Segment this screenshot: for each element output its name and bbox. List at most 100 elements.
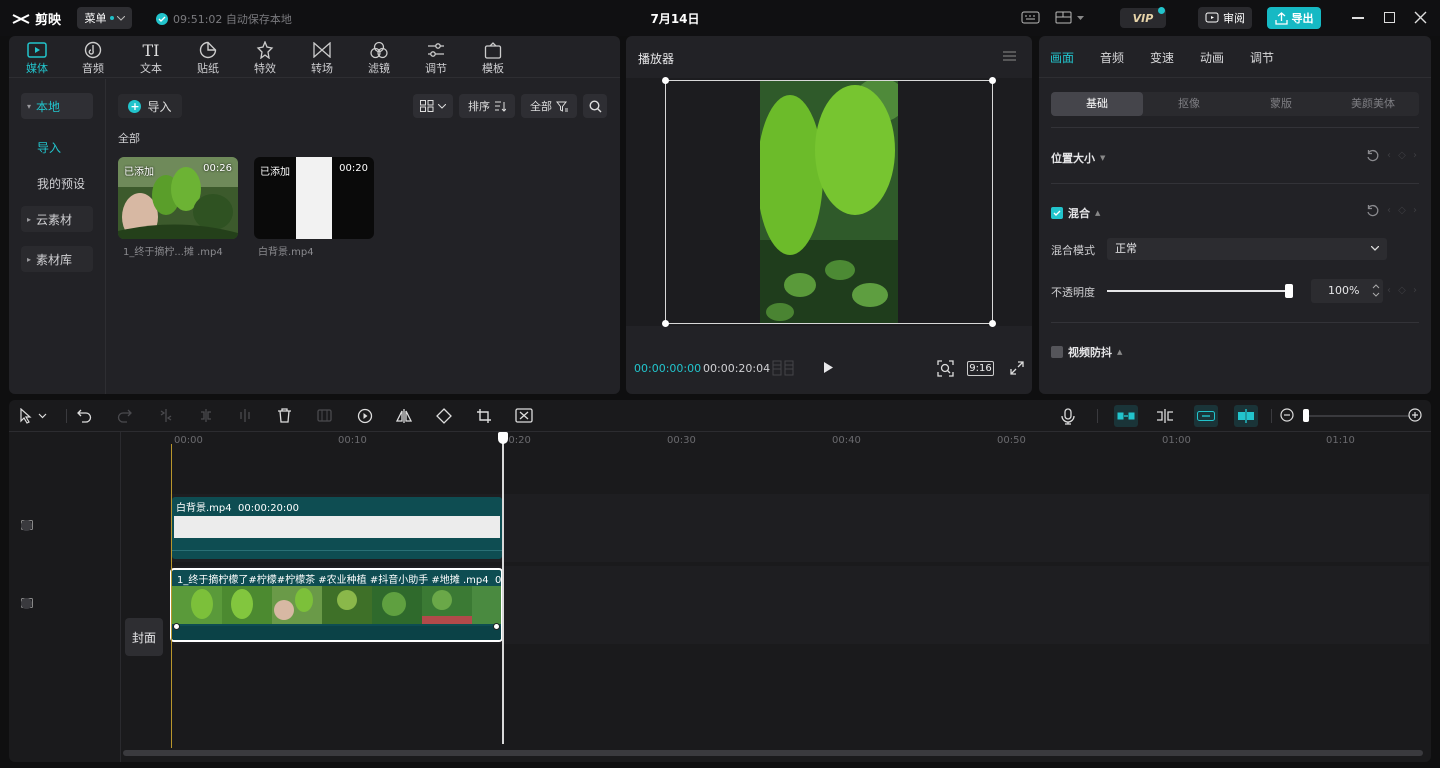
menu-button[interactable]: 菜单 — [77, 7, 132, 29]
split-icon[interactable] — [159, 408, 173, 423]
blend-mode-select[interactable]: 正常 — [1107, 238, 1387, 260]
seg-beauty[interactable]: 美颜美体 — [1327, 92, 1419, 116]
sort-button[interactable]: 排序 — [459, 94, 515, 118]
opacity-input[interactable]: 100% — [1311, 279, 1383, 303]
speaker-icon[interactable] — [21, 597, 32, 609]
crop-icon[interactable] — [476, 408, 492, 424]
fade-handle[interactable] — [173, 623, 180, 630]
layout-icon[interactable] — [1055, 11, 1084, 24]
rotate-icon[interactable] — [436, 408, 452, 424]
opacity-slider-track[interactable] — [1107, 290, 1289, 292]
sidebar-item-library[interactable]: ▸ 素材库 — [21, 246, 93, 272]
seg-mask[interactable]: 蒙版 — [1235, 92, 1327, 116]
maximize-icon[interactable] — [1384, 12, 1395, 23]
zoom-fit-icon[interactable] — [937, 360, 954, 377]
view-mode-button[interactable] — [413, 94, 453, 118]
tab-sticker[interactable]: 贴纸 — [186, 40, 230, 76]
export-button[interactable]: 导出 — [1267, 7, 1321, 29]
cover-button[interactable]: 封面 — [125, 618, 163, 656]
filter-button[interactable]: 全部 — [521, 94, 577, 118]
player-menu-icon[interactable] — [1003, 51, 1016, 61]
redo-icon[interactable] — [117, 408, 132, 423]
main-video-clip[interactable]: 1_终于摘柠檬了#柠檬#柠檬茶 #农业种植 #抖音小助手 #地摊 .mp4 00… — [170, 568, 503, 642]
seg-basic[interactable]: 基础 — [1051, 92, 1143, 116]
preview-stage[interactable] — [626, 77, 1032, 327]
reset-icon[interactable] — [1366, 204, 1379, 217]
frames-icon[interactable] — [772, 360, 794, 376]
mirror-icon[interactable] — [396, 408, 412, 424]
main-track-magnet-toggle[interactable] — [1114, 405, 1138, 427]
media-clip-lemon[interactable]: 已添加 00:26 — [118, 157, 238, 239]
autosave-text: 09:51:02 自动保存本地 — [173, 13, 292, 26]
preview-axis-toggle[interactable] — [1234, 405, 1258, 427]
sidebar-item-presets[interactable]: 我的预设 — [37, 175, 85, 192]
minimize-icon[interactable] — [1352, 17, 1364, 19]
opacity-slider-thumb[interactable] — [1285, 284, 1293, 298]
bg-video-clip[interactable]: 白背景.mp4 00:00:20:00 — [172, 497, 502, 559]
blend-checkbox[interactable] — [1051, 207, 1063, 219]
tab-media[interactable]: 媒体 — [15, 40, 59, 76]
blend-header[interactable]: 混合 ▲ — [1051, 205, 1100, 221]
timeline-scrollbar[interactable] — [123, 750, 1423, 756]
stepper-icon — [1372, 284, 1380, 297]
microphone-icon[interactable] — [1061, 408, 1075, 425]
tab-speed[interactable]: 变速 — [1150, 49, 1174, 66]
playhead-line[interactable] — [502, 434, 504, 744]
ruler-tick: 00:10 — [338, 435, 367, 446]
tab-adjust[interactable]: 调节 — [414, 40, 458, 76]
tab-animation[interactable]: 动画 — [1200, 49, 1224, 66]
tab-adjust-props[interactable]: 调节 — [1250, 49, 1274, 66]
position-size-header[interactable]: 位置大小 ▼ — [1051, 150, 1105, 166]
delete-icon[interactable] — [277, 408, 292, 423]
play-icon[interactable] — [823, 361, 834, 374]
corner-handle[interactable] — [662, 77, 669, 84]
close-icon[interactable] — [1414, 11, 1427, 24]
keyboard-icon[interactable] — [1021, 11, 1040, 24]
zoom-slider-thumb[interactable] — [1303, 409, 1309, 422]
split-right-icon[interactable] — [238, 408, 252, 423]
sidebar-item-cloud[interactable]: ▸ 云素材 — [21, 206, 93, 232]
menu-dot-icon — [109, 16, 114, 20]
tab-audio-props[interactable]: 音频 — [1100, 49, 1124, 66]
cursor-select-icon[interactable] — [19, 408, 47, 424]
reverse-play-icon[interactable] — [357, 408, 373, 424]
crop-frame[interactable] — [662, 77, 996, 327]
speaker-icon[interactable] — [21, 519, 32, 531]
auto-snap-icon[interactable] — [1156, 408, 1174, 424]
ruler-tick: 00:30 — [667, 435, 696, 446]
undo-icon[interactable] — [77, 408, 92, 423]
sidebar-item-local[interactable]: ▾ 本地 — [21, 93, 93, 119]
reset-icon[interactable] — [1366, 149, 1379, 162]
time-ruler[interactable]: 00:00 00:10 00:20 00:30 00:40 00:50 01:0… — [172, 432, 1431, 454]
corner-handle[interactable] — [989, 320, 996, 327]
linkage-toggle[interactable] — [1194, 405, 1218, 427]
sidebar-item-import[interactable]: 导入 — [37, 139, 61, 156]
media-clip-white-bg[interactable]: 已添加 00:20 — [254, 157, 374, 239]
playhead-handle[interactable] — [498, 432, 508, 444]
split-left-icon[interactable] — [199, 408, 213, 423]
fullscreen-icon[interactable] — [1010, 361, 1024, 375]
smart-cut-icon[interactable] — [515, 408, 533, 424]
tab-filter[interactable]: 滤镜 — [357, 40, 401, 76]
review-button[interactable]: 审阅 — [1198, 7, 1252, 29]
zoom-slider-track[interactable] — [1305, 415, 1409, 417]
properties-panel: 画面 音频 变速 动画 调节 基础 抠像 蒙版 美颜美体 位置大小 ▼ ‹ ◇ ›… — [1039, 36, 1431, 394]
freeze-icon[interactable] — [317, 408, 332, 423]
stabilize-checkbox[interactable] — [1051, 346, 1063, 358]
seg-cutout[interactable]: 抠像 — [1143, 92, 1235, 116]
zoom-in-icon[interactable] — [1408, 408, 1422, 422]
tab-picture[interactable]: 画面 — [1050, 49, 1074, 66]
import-button[interactable]: + 导入 — [118, 94, 182, 118]
aspect-ratio-button[interactable]: 9:16 — [967, 361, 994, 376]
corner-handle[interactable] — [662, 320, 669, 327]
tab-effects[interactable]: 特效 — [243, 40, 287, 76]
zoom-out-icon[interactable] — [1280, 408, 1294, 422]
stabilize-header[interactable]: 视频防抖 ▲ — [1051, 344, 1122, 360]
tab-audio[interactable]: 音频 — [71, 40, 115, 76]
tab-template[interactable]: 模板 — [471, 40, 515, 76]
corner-handle[interactable] — [989, 77, 996, 84]
fade-handle[interactable] — [493, 623, 500, 630]
tab-transition[interactable]: 转场 — [300, 40, 344, 76]
tab-text[interactable]: TI 文本 — [129, 40, 173, 76]
search-button[interactable] — [583, 94, 607, 118]
